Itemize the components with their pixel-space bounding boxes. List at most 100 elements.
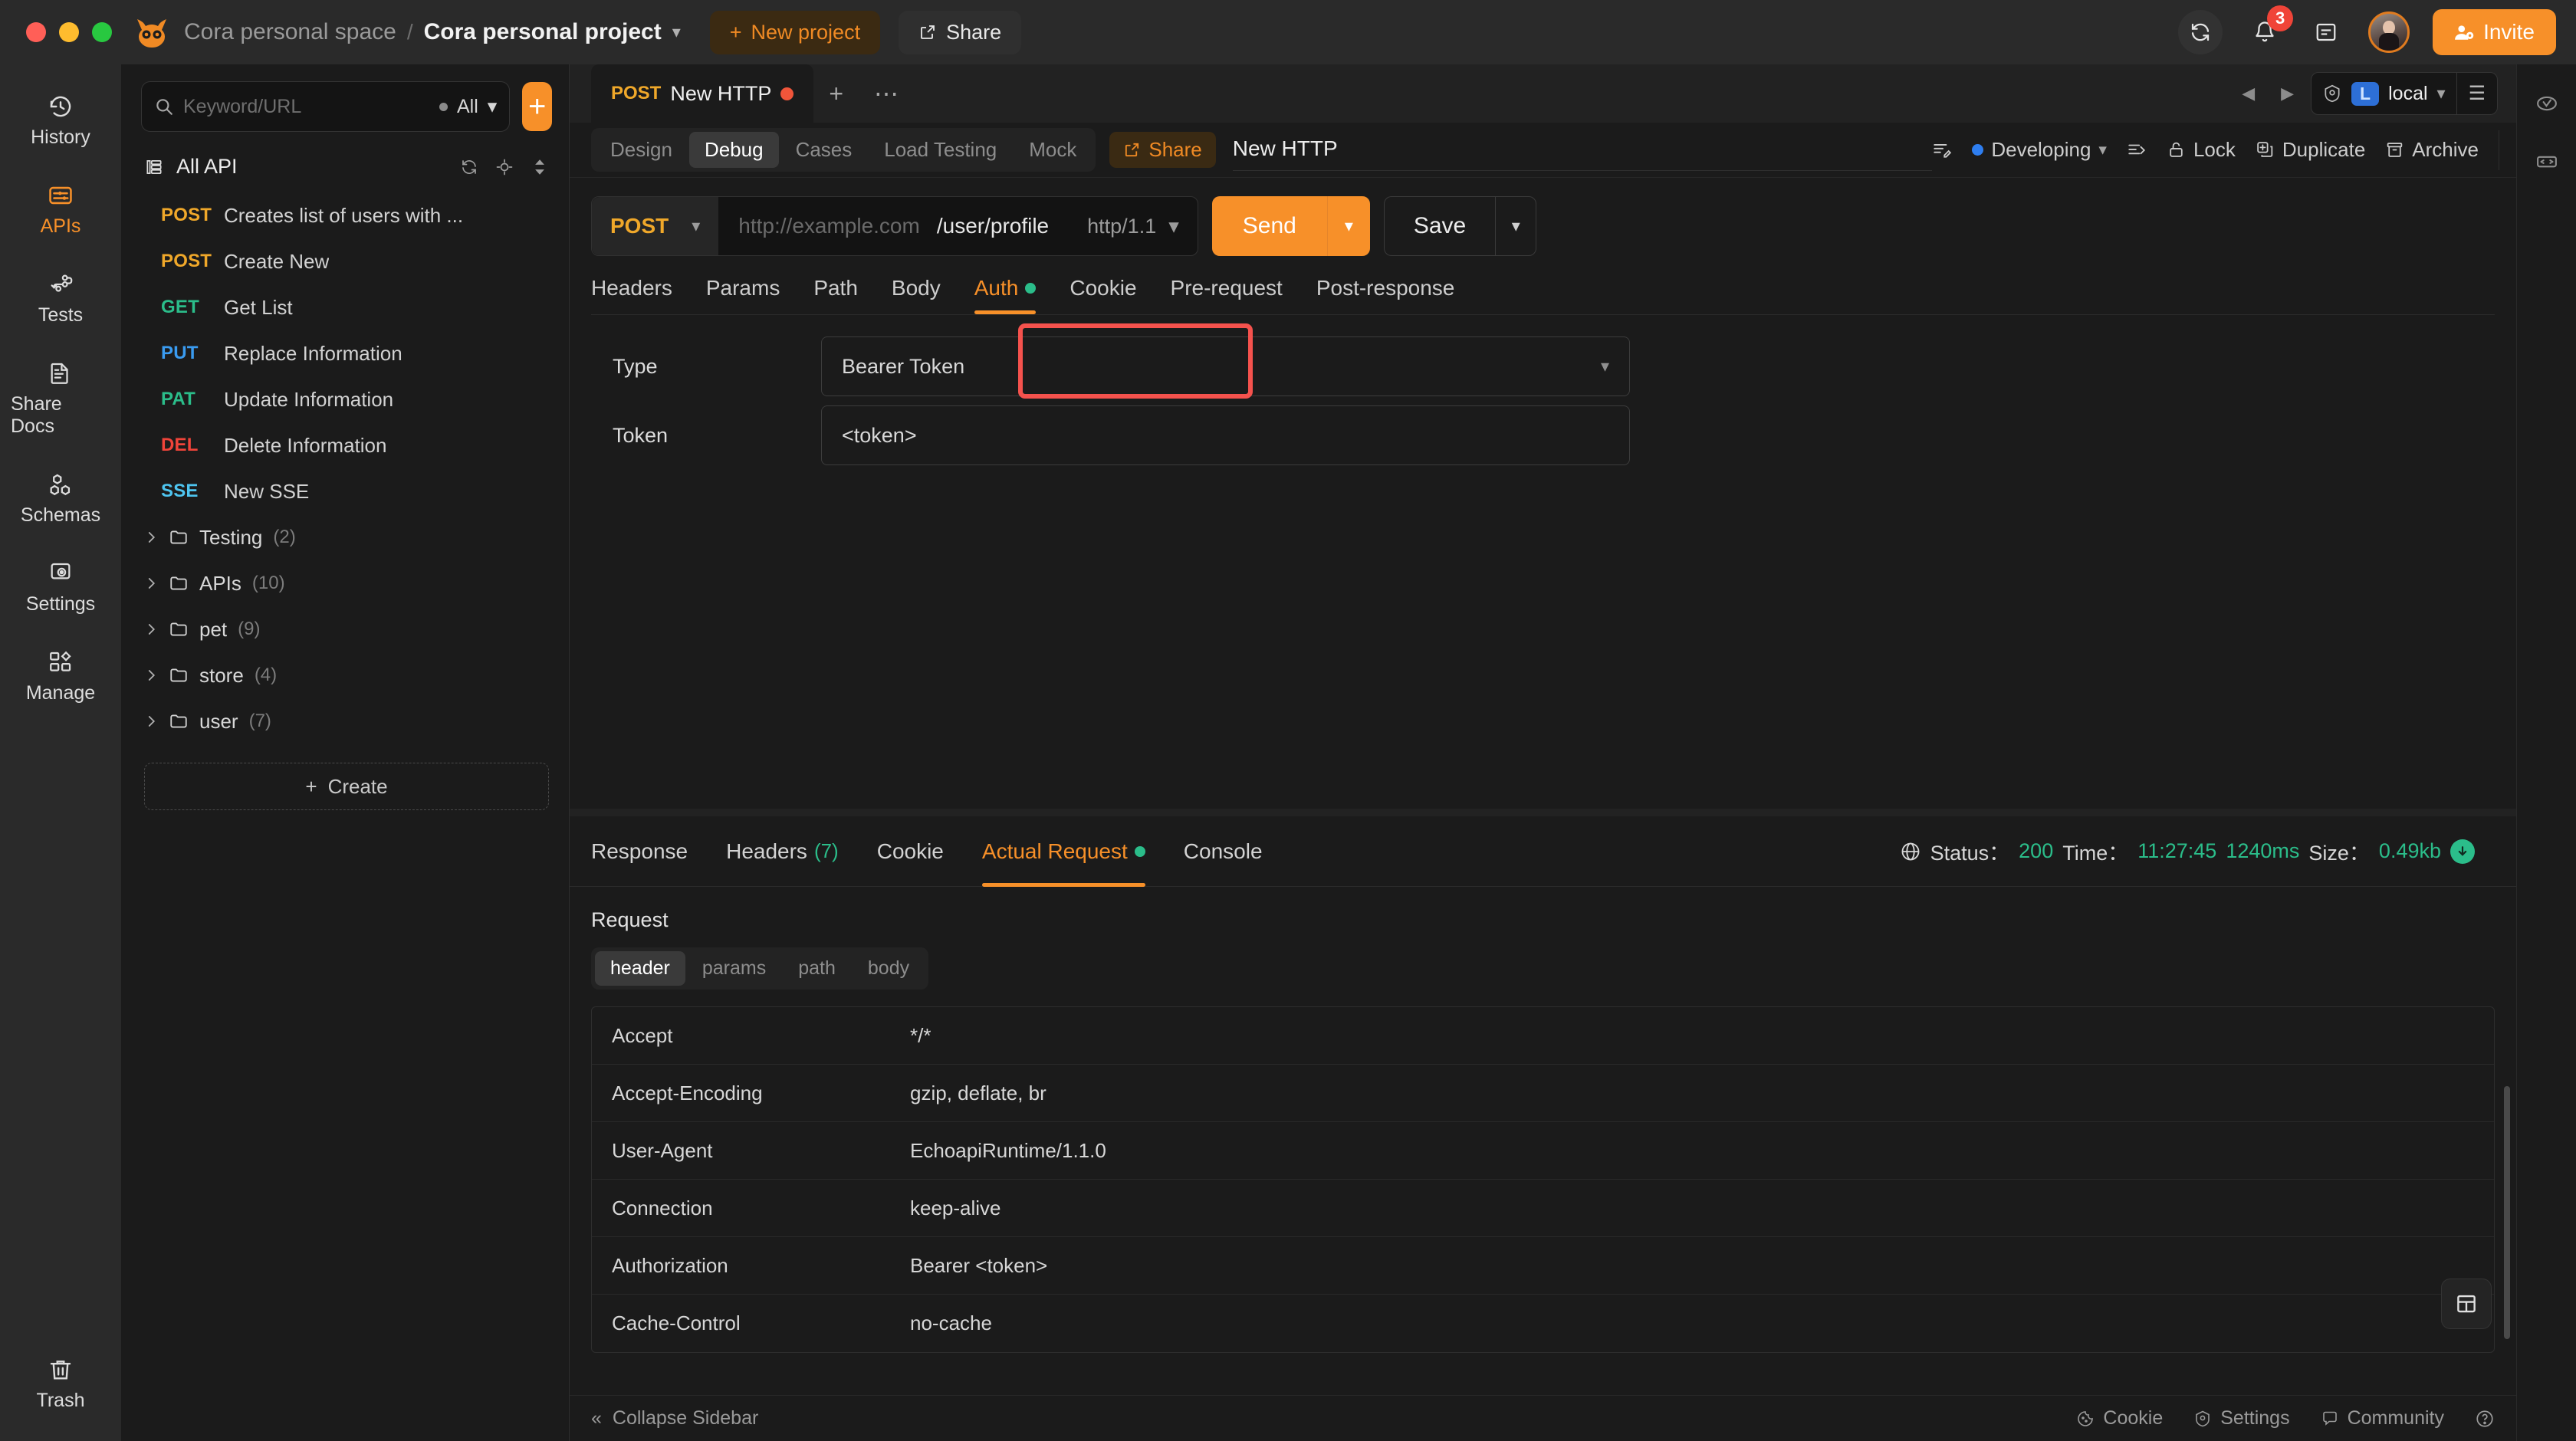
code-icon[interactable] <box>2528 143 2566 181</box>
list-item[interactable]: PAT Update Information <box>121 376 569 422</box>
tab-params[interactable]: Params <box>706 276 780 314</box>
download-icon[interactable] <box>2450 839 2475 864</box>
move-button[interactable] <box>2127 140 2147 160</box>
add-api-button[interactable]: + <box>522 82 552 131</box>
search-input[interactable] <box>183 95 430 118</box>
url-input[interactable]: http://example.com /user/profile <box>718 214 1069 238</box>
list-item[interactable]: PUT Replace Information <box>121 330 569 376</box>
panel-resizer[interactable] <box>570 809 2516 816</box>
list-item[interactable]: SSE New SSE <box>121 468 569 514</box>
edit-description-button[interactable] <box>1932 140 1952 160</box>
layout-toggle-button[interactable] <box>2441 1279 2492 1329</box>
avatar[interactable] <box>2368 11 2410 53</box>
share-top-button[interactable]: Share <box>899 10 1022 54</box>
send-options-button[interactable]: ▾ <box>1326 196 1370 256</box>
lock-button[interactable]: Lock <box>2167 138 2236 162</box>
sidebar-item-schemas[interactable]: Schemas <box>11 461 110 536</box>
subtab-body[interactable]: body <box>853 951 925 986</box>
sidebar-item-settings[interactable]: Settings <box>11 550 110 625</box>
folder-testing[interactable]: Testing (2) <box>121 514 569 560</box>
subtab-path[interactable]: path <box>783 951 851 986</box>
window-traffic-lights[interactable] <box>26 22 112 42</box>
folder-store[interactable]: store (4) <box>121 652 569 698</box>
validate-icon[interactable] <box>2528 84 2566 123</box>
help-button[interactable] <box>2475 1409 2495 1429</box>
tab-new-http[interactable]: POST New HTTP <box>591 64 814 123</box>
create-button[interactable]: + Create <box>144 763 549 810</box>
tab-post-response[interactable]: Post-response <box>1316 276 1455 314</box>
tab-response-headers[interactable]: Headers (7) <box>726 816 839 887</box>
sidebar-item-trash[interactable]: Trash <box>11 1346 110 1421</box>
invite-button[interactable]: Invite <box>2433 9 2556 55</box>
send-button[interactable]: Send <box>1211 196 1327 256</box>
subtab-header[interactable]: header <box>595 951 685 986</box>
share-request-button[interactable]: Share <box>1109 132 1216 168</box>
tab-more-button[interactable]: ⋯ <box>859 64 914 123</box>
tab-response[interactable]: Response <box>591 816 688 887</box>
new-tab-button[interactable]: + <box>813 64 859 123</box>
chevron-down-icon[interactable]: ▾ <box>672 22 681 42</box>
tab-auth[interactable]: Auth <box>974 276 1037 314</box>
new-project-button[interactable]: + New project <box>709 10 881 54</box>
environment-left[interactable]: L local ▾ <box>2312 81 2456 106</box>
tab-cases[interactable]: Cases <box>780 132 868 168</box>
save-options-button[interactable]: ▾ <box>1495 196 1537 256</box>
tab-debug[interactable]: Debug <box>688 132 779 168</box>
auth-token-input[interactable]: <token> <box>821 405 1630 465</box>
notes-button[interactable] <box>2307 13 2345 51</box>
tab-mock[interactable]: Mock <box>1014 132 1092 168</box>
environment-selector[interactable]: L local ▾ ☰ <box>2311 72 2498 115</box>
cookie-button[interactable]: Cookie <box>2076 1407 2163 1430</box>
maximize-window-button[interactable] <box>92 22 112 42</box>
list-item[interactable]: POST Creates list of users with ... <box>121 192 569 238</box>
community-button[interactable]: Community <box>2321 1407 2444 1430</box>
duplicate-button[interactable]: Duplicate <box>2256 138 2365 162</box>
collapse-sidebar-button[interactable]: « Collapse Sidebar <box>591 1407 758 1430</box>
list-item[interactable]: DEL Delete Information <box>121 422 569 468</box>
tab-headers[interactable]: Headers <box>591 276 672 314</box>
request-title-field[interactable]: New HTTP <box>1232 129 1933 171</box>
settings-button[interactable]: Settings <box>2193 1407 2290 1430</box>
sync-button[interactable] <box>2178 10 2223 54</box>
archive-button[interactable]: Archive <box>2385 138 2479 162</box>
breadcrumb-space[interactable]: Cora personal space <box>184 19 396 45</box>
sidebar-item-history[interactable]: History <box>11 83 110 158</box>
tab-pre-request[interactable]: Pre-request <box>1171 276 1283 314</box>
response-scrollbar[interactable] <box>2504 1086 2510 1339</box>
nav-forward-icon[interactable]: ▶ <box>2272 79 2303 108</box>
protocol-select[interactable]: http/1.1 ▾ <box>1069 215 1198 238</box>
sort-icon[interactable] <box>531 158 549 176</box>
folder-apis[interactable]: APIs (10) <box>121 560 569 606</box>
list-item[interactable]: POST Create New <box>121 238 569 284</box>
tab-load-testing[interactable]: Load Testing <box>869 132 1012 168</box>
search-box[interactable]: All ▾ <box>141 81 511 132</box>
method-select[interactable]: POST ▾ <box>592 197 719 255</box>
folder-user[interactable]: user (7) <box>121 698 569 744</box>
minimize-window-button[interactable] <box>59 22 79 42</box>
search-filter-dropdown[interactable]: All ▾ <box>439 95 497 118</box>
status-badge[interactable]: Developing ▾ <box>1972 138 2107 162</box>
subtab-params[interactable]: params <box>687 951 781 986</box>
sidebar-item-tests[interactable]: Tests <box>11 261 110 336</box>
tab-console[interactable]: Console <box>1184 816 1263 887</box>
tab-body[interactable]: Body <box>892 276 941 314</box>
tab-actual-request[interactable]: Actual Request <box>981 816 1145 887</box>
save-button[interactable]: Save <box>1383 196 1496 256</box>
tab-design[interactable]: Design <box>595 132 688 168</box>
tab-path[interactable]: Path <box>813 276 858 314</box>
folder-pet[interactable]: pet (9) <box>121 606 569 652</box>
sidebar-item-manage[interactable]: Manage <box>11 638 110 714</box>
refresh-icon[interactable] <box>460 158 478 176</box>
tab-response-cookie[interactable]: Cookie <box>877 816 944 887</box>
environment-menu-icon[interactable]: ☰ <box>2457 82 2497 105</box>
auth-type-select[interactable]: Bearer Token ▾ <box>821 336 1630 396</box>
sidebar-item-apis[interactable]: APIs <box>11 172 110 247</box>
list-item[interactable]: GET Get List <box>121 284 569 330</box>
nav-back-icon[interactable]: ◀ <box>2233 79 2264 108</box>
close-window-button[interactable] <box>26 22 46 42</box>
notifications-button[interactable]: 3 <box>2246 5 2294 51</box>
locate-icon[interactable] <box>495 158 514 176</box>
tab-cookie[interactable]: Cookie <box>1070 276 1136 314</box>
breadcrumb-project[interactable]: Cora personal project <box>424 19 662 45</box>
sidebar-item-share-docs[interactable]: Share Docs <box>11 350 110 447</box>
